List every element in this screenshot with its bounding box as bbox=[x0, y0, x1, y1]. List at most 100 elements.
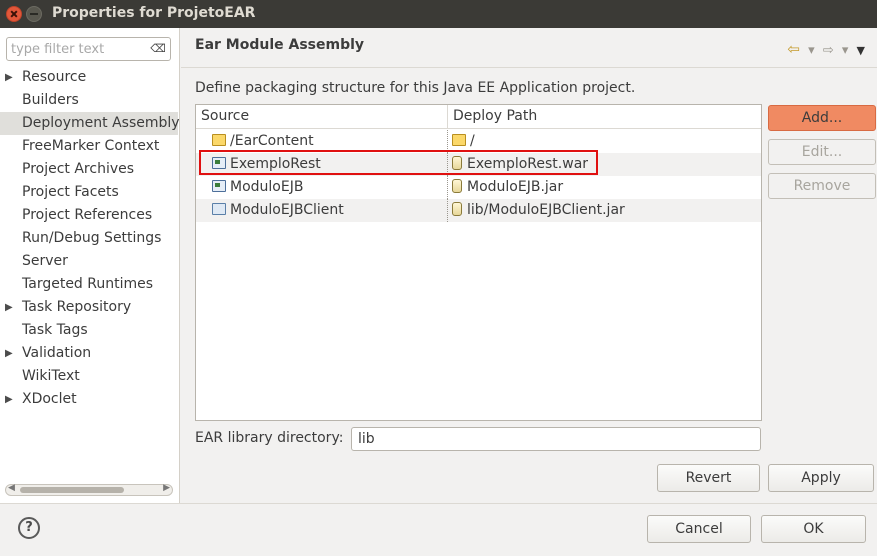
cancel-button-label: Cancel bbox=[675, 521, 723, 537]
edit-button[interactable]: Edit... bbox=[768, 139, 876, 165]
nav-item-label: Task Repository bbox=[22, 299, 132, 315]
folder-icon bbox=[452, 134, 466, 146]
nav-item-label: XDoclet bbox=[22, 391, 77, 407]
jar-icon bbox=[452, 202, 462, 216]
nav-item-label: Task Tags bbox=[22, 322, 88, 338]
nav-item-targeted-runtimes[interactable]: Targeted Runtimes bbox=[0, 273, 178, 296]
ok-button[interactable]: OK bbox=[761, 515, 866, 543]
filter-input[interactable] bbox=[7, 38, 139, 60]
page-description: Define packaging structure for this Java… bbox=[195, 80, 636, 96]
source-label: ModuloEJBClient bbox=[230, 202, 344, 218]
ear-library-input[interactable] bbox=[352, 428, 752, 450]
nav-item-label: Deployment Assembly bbox=[22, 115, 180, 131]
back-dropdown-icon[interactable]: ▾ bbox=[808, 43, 815, 58]
header-divider bbox=[181, 67, 877, 68]
ear-library-field bbox=[351, 427, 761, 451]
deploy-path-label: ModuloEJB.jar bbox=[467, 179, 564, 195]
nav-item-label: Builders bbox=[22, 92, 79, 108]
table-row[interactable]: ModuloEJB ModuloEJB.jar bbox=[196, 176, 761, 199]
filter-box: ⌫ bbox=[6, 37, 171, 61]
help-icon[interactable]: ? bbox=[18, 517, 40, 539]
scrollbar-thumb[interactable] bbox=[20, 487, 124, 493]
ok-button-label: OK bbox=[803, 521, 824, 537]
remove-button-label: Remove bbox=[793, 178, 851, 194]
deploy-path-cell: ModuloEJB.jar bbox=[452, 179, 563, 195]
expand-arrow-icon[interactable]: ▶ bbox=[5, 388, 13, 411]
view-menu-icon[interactable]: ▼ bbox=[857, 44, 865, 57]
nav-item-label: Project References bbox=[22, 207, 153, 223]
folder-icon bbox=[212, 134, 226, 146]
nav-item-resource[interactable]: ▶ Resource bbox=[0, 66, 178, 89]
cancel-button[interactable]: Cancel bbox=[647, 515, 751, 543]
open-folder-icon bbox=[212, 203, 226, 215]
nav-item-task-tags[interactable]: Task Tags bbox=[0, 319, 178, 342]
scroll-left-icon[interactable]: ◀ bbox=[8, 483, 15, 493]
source-label: ModuloEJB bbox=[230, 179, 304, 195]
window-title: Properties for ProjetoEAR bbox=[52, 5, 256, 21]
window-titlebar: Properties for ProjetoEAR bbox=[0, 0, 877, 28]
apply-button[interactable]: Apply bbox=[768, 464, 874, 492]
clear-filter-icon[interactable]: ⌫ bbox=[150, 42, 166, 55]
add-button-label: Add... bbox=[801, 110, 843, 126]
column-divider bbox=[447, 199, 448, 222]
nav-item-project-references[interactable]: Project References bbox=[0, 204, 178, 227]
nav-item-project-archives[interactable]: Project Archives bbox=[0, 158, 178, 181]
column-header-source[interactable]: Source bbox=[201, 108, 249, 124]
forward-dropdown-icon[interactable]: ▾ bbox=[842, 43, 849, 58]
nav-item-label: Resource bbox=[22, 69, 87, 85]
history-nav: ⇦ ▾ ⇨ ▾ ▼ bbox=[783, 40, 865, 58]
source-cell: /EarContent bbox=[212, 133, 314, 149]
properties-nav-panel: ⌫ ▶ Resource Builders Deployment Assembly Fr… bbox=[0, 28, 180, 504]
forward-arrow-icon[interactable]: ⇨ bbox=[823, 43, 834, 58]
nav-item-xdoclet[interactable]: ▶ XDoclet bbox=[0, 388, 178, 411]
nav-item-label: FreeMarker Context bbox=[22, 138, 160, 154]
expand-arrow-icon[interactable]: ▶ bbox=[5, 342, 13, 365]
page-title: Ear Module Assembly bbox=[195, 37, 365, 53]
nav-item-wikitext[interactable]: WikiText bbox=[0, 365, 178, 388]
add-button[interactable]: Add... bbox=[768, 105, 876, 131]
deploy-path-cell: / bbox=[452, 133, 475, 149]
nav-item-label: WikiText bbox=[22, 368, 80, 384]
edit-button-label: Edit... bbox=[801, 144, 843, 160]
footer-divider bbox=[0, 503, 877, 504]
nav-item-label: Run/Debug Settings bbox=[22, 230, 162, 246]
nav-item-validation[interactable]: ▶ Validation bbox=[0, 342, 178, 365]
nav-item-builders[interactable]: Builders bbox=[0, 89, 178, 112]
back-arrow-icon[interactable]: ⇦ bbox=[787, 40, 800, 58]
deploy-path-cell: lib/ModuloEJBClient.jar bbox=[452, 202, 625, 218]
expand-arrow-icon[interactable]: ▶ bbox=[5, 296, 13, 319]
source-label: /EarContent bbox=[230, 133, 314, 149]
nav-item-label: Targeted Runtimes bbox=[22, 276, 154, 292]
deploy-path-label: lib/ModuloEJBClient.jar bbox=[467, 202, 625, 218]
ear-library-label: EAR library directory: bbox=[195, 430, 344, 446]
nav-item-run-debug-settings[interactable]: Run/Debug Settings bbox=[0, 227, 178, 250]
minimize-window-button[interactable] bbox=[26, 6, 42, 22]
column-separator[interactable] bbox=[447, 105, 448, 129]
close-window-button[interactable] bbox=[6, 6, 22, 22]
nav-item-freemarker-context[interactable]: FreeMarker Context bbox=[0, 135, 178, 158]
source-cell: ModuloEJBClient bbox=[212, 202, 344, 218]
apply-button-label: Apply bbox=[801, 470, 841, 486]
nav-item-deployment-assembly[interactable]: Deployment Assembly bbox=[0, 112, 180, 135]
jar-icon bbox=[452, 179, 462, 193]
column-header-deploy-path[interactable]: Deploy Path bbox=[453, 108, 537, 124]
nav-item-label: Server bbox=[22, 253, 68, 269]
revert-button[interactable]: Revert bbox=[657, 464, 760, 492]
nav-item-project-facets[interactable]: Project Facets bbox=[0, 181, 178, 204]
nav-item-label: Project Facets bbox=[22, 184, 119, 200]
column-divider bbox=[447, 176, 448, 199]
nav-item-label: Validation bbox=[22, 345, 92, 361]
nav-item-label: Project Archives bbox=[22, 161, 135, 177]
deploy-path-label: / bbox=[470, 133, 475, 149]
page-header: Ear Module Assembly ⇦ ▾ ⇨ ▾ ▼ bbox=[181, 28, 877, 66]
scroll-right-icon[interactable]: ▶ bbox=[163, 483, 170, 493]
highlight-box bbox=[199, 150, 598, 175]
table-row[interactable]: ModuloEJBClient lib/ModuloEJBClient.jar bbox=[196, 199, 761, 222]
expand-arrow-icon[interactable]: ▶ bbox=[5, 66, 13, 89]
ejb-project-icon bbox=[212, 180, 226, 192]
table-header: Source Deploy Path bbox=[196, 105, 761, 129]
nav-horizontal-scrollbar[interactable]: ◀ ▶ bbox=[5, 483, 173, 496]
remove-button[interactable]: Remove bbox=[768, 173, 876, 199]
nav-item-server[interactable]: Server bbox=[0, 250, 178, 273]
nav-item-task-repository[interactable]: ▶ Task Repository bbox=[0, 296, 178, 319]
